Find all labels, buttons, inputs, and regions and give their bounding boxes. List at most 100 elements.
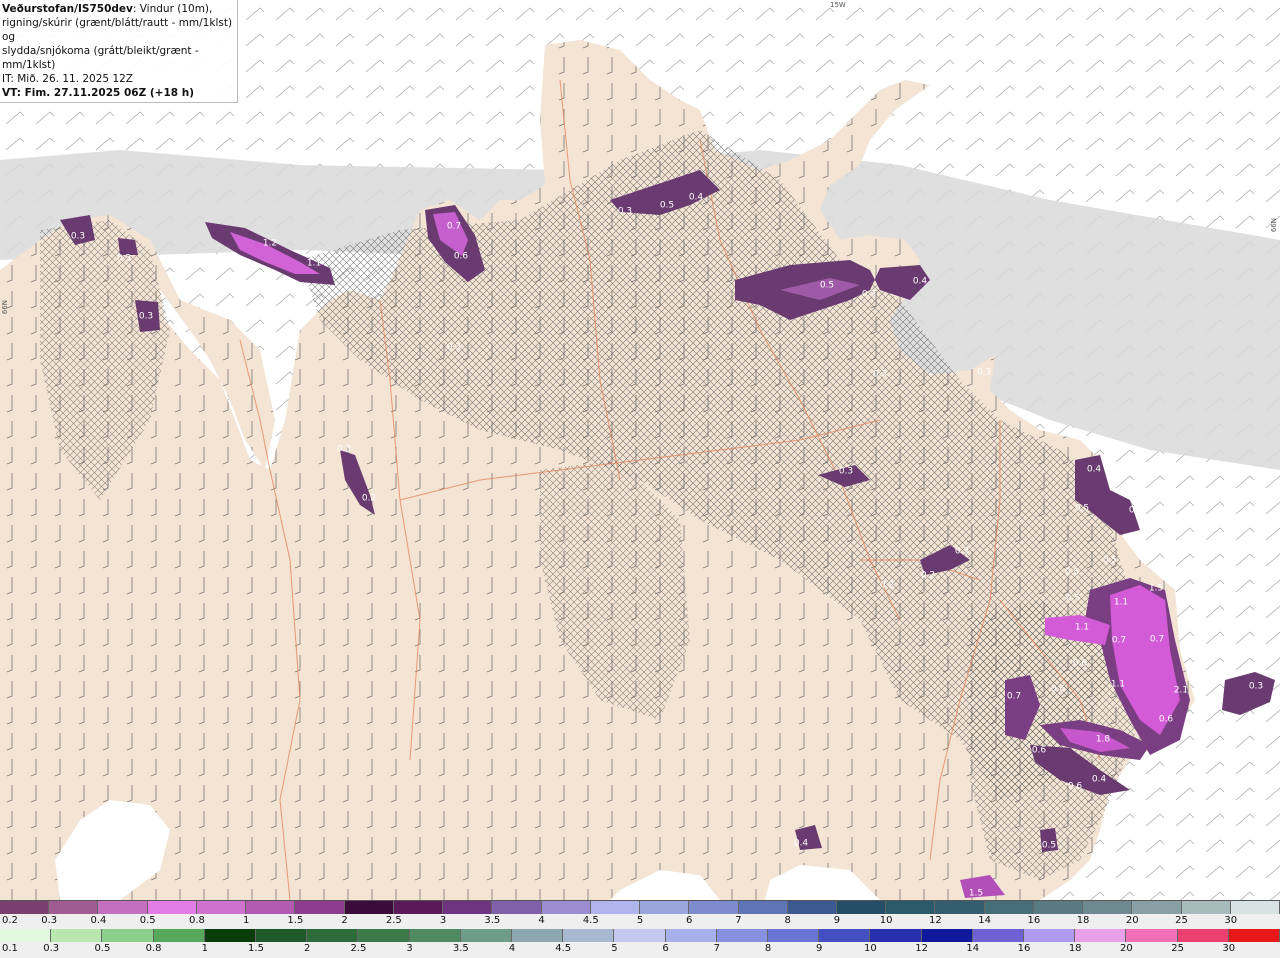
scale-swatch: [984, 901, 1034, 914]
scale-label: 6: [686, 915, 693, 926]
scale-label: 16: [1027, 915, 1041, 926]
scale-label: 0.3: [43, 943, 60, 954]
precip-label: 1.5: [1149, 584, 1163, 594]
precip-label: 0.4: [913, 277, 928, 287]
scale-label: 16: [1017, 943, 1031, 954]
scale-swatch: [590, 901, 641, 914]
precip-label: 0.3: [955, 547, 969, 557]
initial-time: IT: Mið. 26. 11. 2025 12Z: [2, 73, 133, 85]
longitude-label-top: 15W: [830, 1, 846, 9]
scale-swatch: [1230, 901, 1280, 914]
precip-label: 0.3: [839, 467, 853, 477]
precip-label: 0.4: [1087, 465, 1102, 475]
scale-label: 9: [833, 915, 841, 926]
scale-swatch: [51, 929, 103, 942]
scale-swatch: [836, 901, 887, 914]
scale-label: 12: [915, 943, 928, 954]
precip-label: 0.5: [820, 281, 834, 291]
precip-label: 0.3: [337, 445, 351, 455]
scale-swatch: [1033, 901, 1084, 914]
scale-swatch: [0, 929, 52, 942]
precip-label: 0.6: [1073, 659, 1088, 669]
scale-swatch: [972, 929, 1025, 942]
scale-label: 5: [611, 943, 618, 954]
scale-swatch: [358, 929, 410, 942]
rain-scale-labels: 0.1 0.3 0.5 0.8 1 1.5 2 2.5 3 3.5 4 4.5 5 6 7 8 9 10 12 14 1…: [0, 942, 1280, 956]
precip-label: 0.4: [794, 839, 809, 849]
scale-label: 20: [1120, 943, 1133, 954]
scale-swatch: [98, 901, 148, 914]
scale-swatch: [409, 929, 461, 942]
info-line-2: rigning/skúrir (grænt/blátt/rautt - mm/1…: [2, 17, 233, 43]
scale-swatch: [295, 901, 345, 914]
precip-label: 1.5: [969, 889, 983, 899]
scale-swatch: [0, 901, 50, 914]
valid-time: VT: Fim. 27.11.2025 06Z (+18 h): [2, 87, 195, 99]
scale-label: 9: [816, 943, 823, 954]
scale-label: 1.5: [248, 943, 264, 954]
scale-label: 4.5: [555, 943, 572, 954]
precip-label: 1.8: [1096, 735, 1111, 745]
weather-map: 0.3 0.3 0.3 1.2 1.1 0.7 0.6 0.3 0.3 0.5 …: [0, 0, 1280, 900]
rain-color-scale: 0.1 0.3 0.5 0.8 1 1.5 2 2.5 3 3.5 4 4.5 5 6 7 8 9 10 12 14 1…: [0, 929, 1280, 958]
precip-label: 0.3: [139, 312, 153, 322]
scale-swatch: [886, 901, 936, 914]
precip-label: 1.1: [307, 259, 321, 269]
scale-label: 0.4: [90, 915, 107, 926]
precip-label: 0.2: [362, 494, 376, 504]
precip-label: 0.3: [977, 368, 991, 378]
precip-label: 0.3: [447, 343, 461, 353]
scale-swatch: [153, 929, 205, 942]
precip-label: 0.5: [1042, 841, 1056, 851]
precip-label: 0.5: [1066, 594, 1080, 604]
scale-label: 2: [341, 915, 348, 926]
scale-label: 7: [713, 943, 720, 954]
scale-label: 18: [1068, 943, 1082, 954]
scale-label: 3.5: [452, 943, 469, 954]
scale-swatch: [492, 901, 542, 914]
scale-swatch: [768, 929, 820, 942]
precip-label: 0.6: [1032, 746, 1047, 756]
scale-swatch: [460, 929, 513, 942]
scale-label: 14: [966, 943, 980, 954]
scale-label: 0.8: [145, 943, 162, 954]
scale-label: 2.5: [385, 915, 402, 926]
scale-label: 3.5: [484, 915, 501, 926]
scale-swatch: [563, 929, 615, 942]
precip-label: 0.7: [1150, 635, 1164, 645]
scale-swatch: [147, 901, 197, 914]
precip-label: 0.7: [1112, 636, 1126, 646]
scale-swatch: [787, 901, 837, 914]
scale-label: 10: [879, 915, 893, 926]
scale-swatch: [1181, 901, 1231, 914]
scale-label: 0.3: [41, 915, 58, 926]
precip-label: 2.1: [1174, 686, 1188, 696]
info-line-3: slydda/snjókoma (grátt/bleikt/grænt - mm…: [2, 45, 199, 71]
precip-label: 0.2: [921, 571, 935, 581]
scale-swatch: [1228, 929, 1280, 942]
precip-label: 1.1: [1075, 623, 1089, 633]
precip-label: 0.7: [447, 222, 461, 232]
precip-label: 1.2: [263, 239, 277, 249]
precip-label: 0.6: [454, 252, 469, 262]
precip-label: 0.6: [1051, 685, 1066, 695]
scale-label: 5: [636, 915, 644, 926]
scale-swatch: [344, 901, 394, 914]
precip-label: 0.6: [1159, 715, 1174, 725]
scale-swatch: [935, 901, 985, 914]
scale-swatch: [738, 901, 788, 914]
scale-swatch: [1126, 929, 1178, 942]
precip-label: 0.3: [71, 232, 85, 242]
scale-label: 2.5: [350, 943, 367, 954]
precip-label: 0.4: [1092, 775, 1107, 785]
precip-label: 0.5: [660, 201, 674, 211]
scale-label: 8: [764, 943, 772, 954]
scale-swatch: [393, 901, 444, 914]
precip-label: 0.5: [1103, 556, 1117, 566]
scale-label: 14: [978, 915, 991, 926]
scale-swatch: [1083, 901, 1133, 914]
precip-label: 0.3: [862, 290, 876, 300]
scale-swatch: [819, 929, 871, 942]
precip-label: 0.5: [1075, 504, 1089, 514]
scale-swatch: [541, 901, 591, 914]
